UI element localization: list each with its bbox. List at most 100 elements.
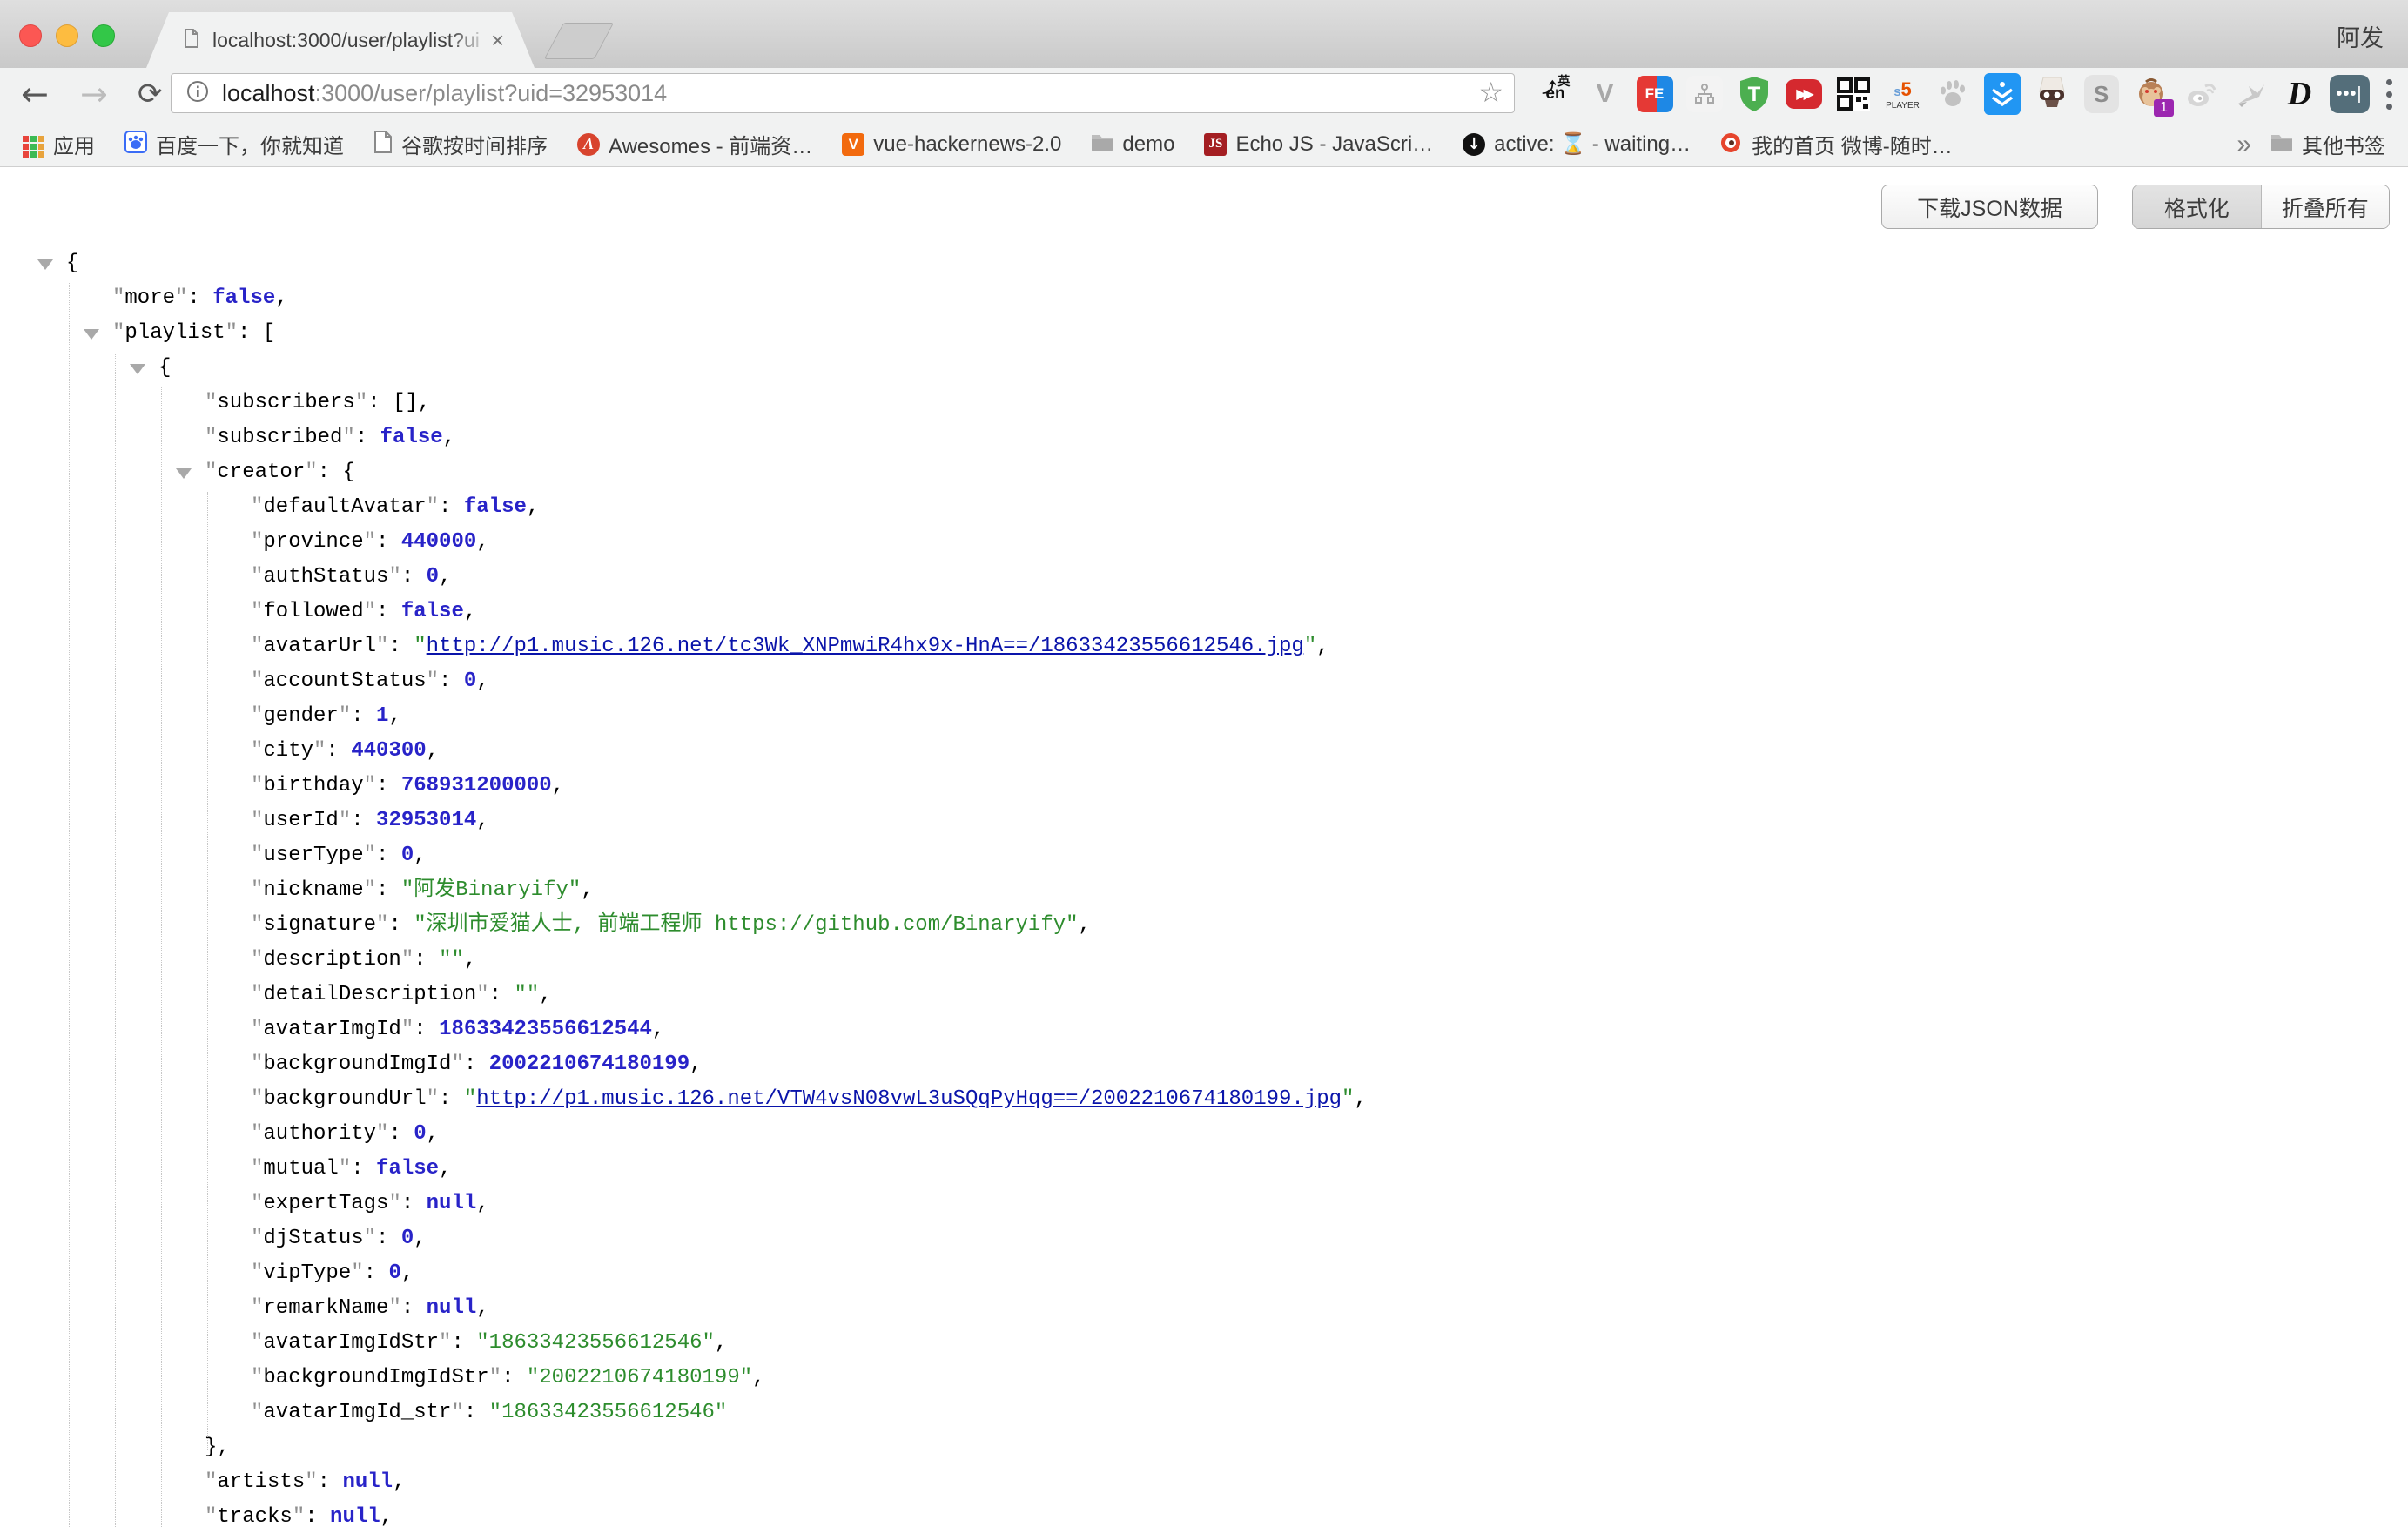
blue-chevron-extension[interactable] [1977, 71, 2027, 117]
json-key: vipType [263, 1261, 351, 1285]
json-line: "backgroundImgIdStr": "2002210674180199"… [0, 1361, 2408, 1396]
video-speed-extension[interactable]: ▶▶ [1779, 71, 1828, 117]
s-badge-extension[interactable]: S [2076, 71, 2126, 117]
bookmark-item[interactable]: ↓active: ⌛ - waiting… [1463, 131, 1691, 157]
colon: : [376, 600, 401, 623]
comma: , [427, 1122, 439, 1146]
translate-extension[interactable]: en英⤴ [1530, 71, 1580, 117]
qrcode-extension[interactable] [1828, 71, 1878, 117]
zoom-window-button[interactable] [92, 24, 115, 47]
extension-strip: en英⤴VFE T▶▶ s5PLAYER S1 D•••| [1530, 71, 2374, 117]
json-key: backgroundUrl [263, 1087, 426, 1111]
comma: , [476, 1192, 488, 1215]
html5-player-extension[interactable]: s5PLAYER [1878, 71, 1927, 117]
comma: , [275, 286, 287, 310]
json-line: "mutual": false, [0, 1152, 2408, 1187]
tab-close-icon[interactable]: × [491, 29, 504, 51]
shield-extension[interactable]: T [1729, 71, 1779, 117]
key-quote: " [339, 1157, 351, 1181]
bookmark-item[interactable]: 我的首页 微博-随时… [1720, 129, 1953, 159]
new-tab-button[interactable] [544, 23, 614, 59]
key-quote: " [112, 286, 124, 310]
bookmark-item[interactable]: 谷歌按时间排序 [373, 129, 548, 159]
bookmark-item[interactable]: demo [1091, 132, 1174, 157]
bookmark-star-icon[interactable]: ☆ [1478, 76, 1503, 109]
colon: : [401, 565, 427, 589]
password-dots-extension[interactable]: •••| [2324, 71, 2374, 117]
site-info-icon[interactable] [185, 79, 210, 108]
colon: : [351, 704, 376, 728]
collapse-triangle-icon[interactable] [130, 364, 145, 374]
key-quote: " [251, 1366, 263, 1389]
key-quote: " [427, 495, 439, 519]
weibo-gray-extension[interactable] [2176, 71, 2225, 117]
json-line: "defaultAvatar": false, [0, 490, 2408, 525]
key-quote: " [112, 321, 124, 345]
reload-icon[interactable]: ⟳ [138, 73, 163, 115]
comma: , [443, 426, 455, 449]
json-line: { [0, 246, 2408, 281]
browser-tab[interactable]: localhost:3000/user/playlist?ui × [146, 12, 535, 68]
json-number-value: 0 [401, 844, 414, 867]
json-line: "tracks": null, [0, 1500, 2408, 1527]
format-button[interactable]: 格式化 [2133, 185, 2261, 228]
json-keyword-value: null [342, 1470, 393, 1494]
bookmark-item[interactable]: Vvue-hackernews-2.0 [842, 132, 1061, 157]
vue-devtools-extension[interactable]: V [1580, 71, 1630, 117]
key-quote: " [251, 1261, 263, 1285]
colon: : [318, 461, 343, 484]
bookmark-item[interactable]: AAwesomes - 前端资… [577, 129, 812, 159]
hummingbird-extension[interactable] [2225, 71, 2275, 117]
apps-grid-icon [23, 131, 44, 158]
collapse-triangle-icon[interactable] [84, 329, 99, 340]
json-key: authStatus [263, 565, 388, 589]
key-quote: " [251, 913, 263, 937]
url-text[interactable]: localhost:3000/user/playlist?uid=3295301… [222, 80, 667, 107]
monkey-extension[interactable]: 1 [2126, 71, 2176, 117]
json-link-value[interactable]: http://p1.music.126.net/VTW4vsN08vwL3uSQ… [476, 1087, 1342, 1111]
colon: : [489, 983, 515, 1006]
string-quote: " [740, 1366, 752, 1389]
string-quote: " [414, 913, 426, 937]
json-number-value: 0 [401, 1227, 414, 1250]
download-json-button[interactable]: 下载JSON数据 [1881, 185, 2098, 229]
back-icon[interactable]: ← [21, 73, 49, 115]
profile-name[interactable]: 阿发 [2337, 19, 2384, 53]
sitemap-extension[interactable] [1679, 71, 1729, 117]
string-quote: " [1304, 635, 1316, 658]
bookmark-label: active: ⌛ - waiting… [1494, 131, 1691, 157]
paw-extension[interactable] [1927, 71, 1977, 117]
chrome-menu-icon[interactable] [2373, 77, 2405, 111]
string-quote: " [451, 948, 463, 972]
minimize-window-button[interactable] [56, 24, 78, 47]
close-window-button[interactable] [19, 24, 42, 47]
key-quote: " [342, 426, 354, 449]
key-quote: " [251, 1331, 263, 1355]
json-line: "avatarImgId": 18633423556612544, [0, 1012, 2408, 1047]
bookmarks-bar-items: 应用百度一下，你就知道谷歌按时间排序 AAwesomes - 前端资… Vvue-h… [0, 129, 1953, 159]
comma: , [401, 1261, 414, 1285]
string-quote: " [527, 1366, 539, 1389]
folder-icon [1091, 132, 1113, 156]
key-quote: " [251, 1053, 263, 1076]
mask-extension[interactable] [2027, 71, 2076, 117]
omnibox[interactable]: localhost:3000/user/playlist?uid=3295301… [171, 73, 1515, 113]
other-bookmarks-folder[interactable]: 其他书签 [2270, 129, 2385, 159]
json-line: "signature": "深圳市爱猫人士, 前端工程师 https://git… [0, 908, 2408, 943]
key-quote: " [451, 1053, 463, 1076]
json-link-value[interactable]: http://p1.music.126.net/tc3Wk_XNPmwiR4hx… [427, 635, 1304, 658]
bookmark-item[interactable]: 百度一下，你就知道 [124, 129, 344, 159]
json-line: "backgroundUrl": "http://p1.music.126.ne… [0, 1082, 2408, 1117]
d-script-extension[interactable]: D [2275, 71, 2324, 117]
bookmarks-overflow-icon[interactable]: » [2236, 130, 2251, 159]
fehelper-extension[interactable]: FE [1630, 71, 1679, 117]
collapse-all-button[interactable]: 折叠所有 [2261, 185, 2390, 228]
json-number-value: 32953014 [376, 809, 476, 832]
bookmark-item[interactable]: 应用 [23, 129, 95, 159]
bookmark-item[interactable]: JSEcho JS - JavaScri… [1204, 132, 1433, 157]
collapse-triangle-icon[interactable] [176, 468, 192, 479]
colon: : [355, 426, 380, 449]
key-quote: " [251, 1401, 263, 1424]
collapse-triangle-icon[interactable] [37, 259, 53, 270]
json-key: description [263, 948, 400, 972]
